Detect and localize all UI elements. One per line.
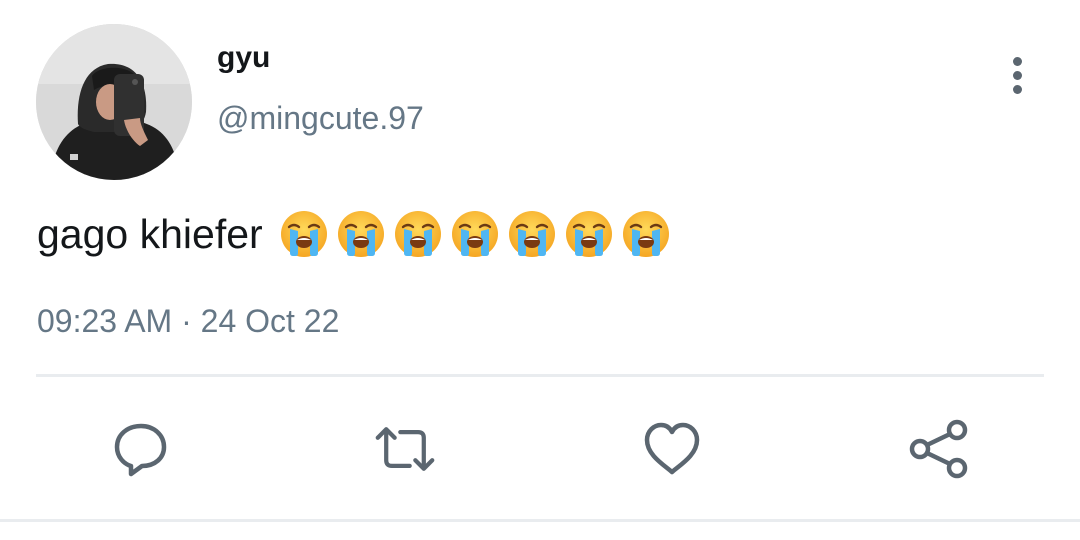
emoji-row [279, 209, 671, 259]
loudly-crying-face-emoji [622, 211, 669, 257]
divider [0, 519, 1080, 522]
share-icon [909, 419, 968, 479]
user-handle[interactable]: @mingcute.97 [217, 98, 424, 138]
more-options-icon-dot [1012, 84, 1022, 94]
retweet-icon [375, 427, 435, 471]
tweet-text: gago khiefer [37, 211, 263, 257]
more-options-button[interactable] [996, 52, 1038, 98]
loudly-crying-face-emoji [451, 211, 498, 257]
loudly-crying-face-emoji [337, 211, 384, 257]
reply-button[interactable] [110, 418, 172, 480]
divider [36, 374, 1044, 377]
more-options-icon-dot [1012, 70, 1022, 80]
heart-icon [644, 422, 700, 475]
loudly-crying-face-emoji [508, 211, 555, 257]
like-button[interactable] [641, 418, 703, 480]
avatar-photo [36, 24, 192, 180]
share-button[interactable] [908, 418, 970, 480]
reply-icon [114, 423, 167, 477]
tweet-body: gago khiefer [37, 202, 671, 266]
loudly-crying-face-emoji [565, 211, 612, 257]
display-name[interactable]: gyu [217, 40, 270, 76]
loudly-crying-face-emoji [280, 211, 327, 257]
loudly-crying-face-emoji [394, 211, 441, 257]
more-options-icon [1012, 56, 1022, 66]
avatar[interactable] [36, 24, 192, 180]
retweet-button[interactable] [374, 418, 436, 480]
tweet-timestamp[interactable]: 09:23 AM · 24 Oct 22 [37, 300, 339, 342]
